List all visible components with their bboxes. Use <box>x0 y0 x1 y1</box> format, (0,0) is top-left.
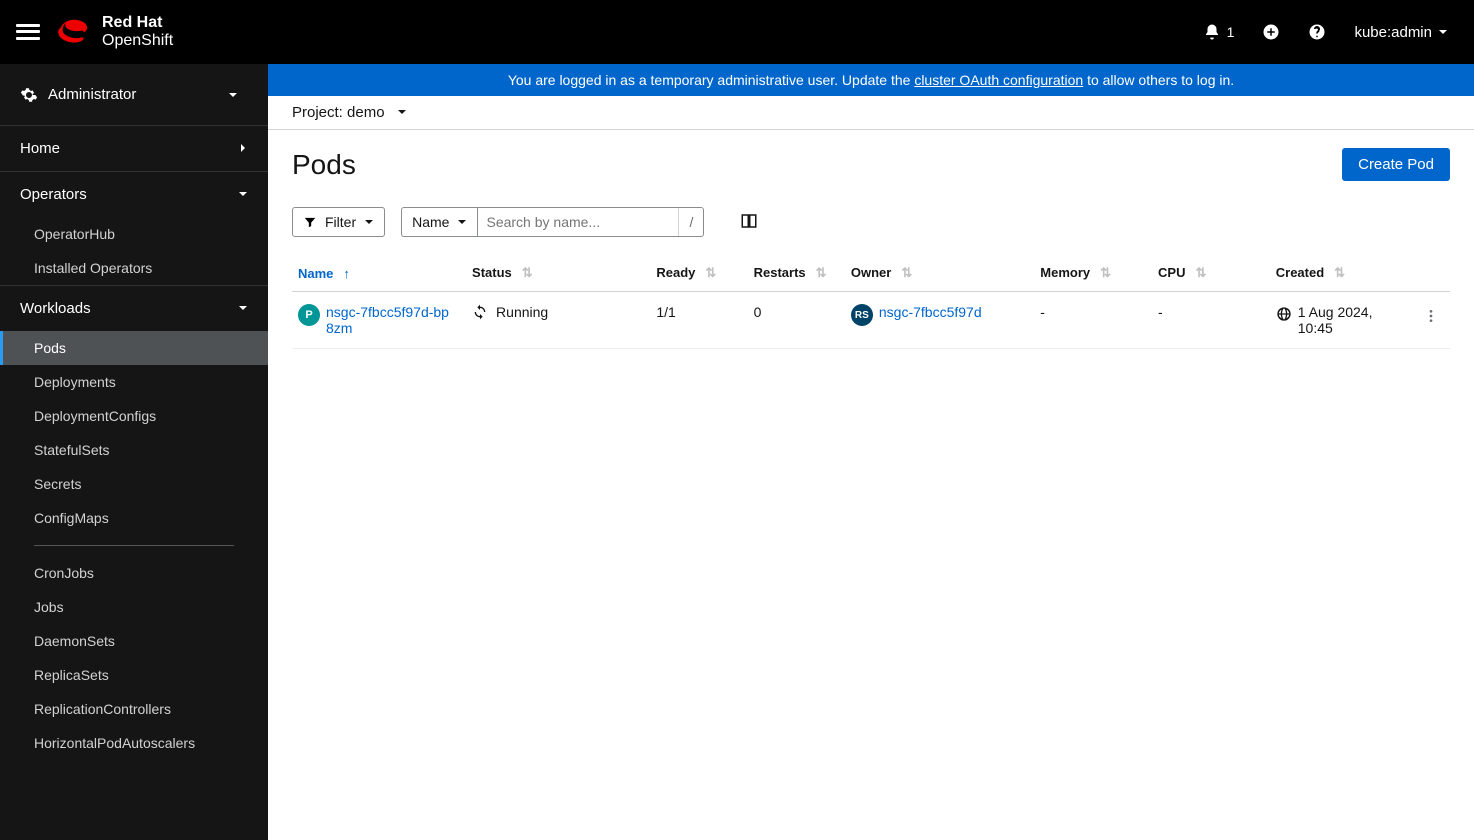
main-content: You are logged in as a temporary adminis… <box>268 64 1474 840</box>
col-name[interactable]: Name↑ <box>292 255 466 292</box>
question-circle-icon <box>1308 23 1326 41</box>
nav-secrets[interactable]: Secrets <box>0 467 268 501</box>
nav-workloads[interactable]: Workloads <box>0 285 268 331</box>
cogs-icon <box>20 86 38 104</box>
row-actions-kebab[interactable] <box>1419 304 1444 331</box>
status-text: Running <box>496 304 548 320</box>
sort-icon: ⇅ <box>816 265 827 280</box>
cpu-value: - <box>1152 292 1270 349</box>
help-button[interactable] <box>1308 23 1326 41</box>
info-banner: You are logged in as a temporary adminis… <box>268 64 1474 96</box>
nav-jobs[interactable]: Jobs <box>0 590 268 624</box>
caret-down-icon <box>228 87 248 103</box>
col-created[interactable]: Created⇅ <box>1270 255 1413 292</box>
perspective-switcher[interactable]: Administrator <box>0 64 268 126</box>
sort-icon: ⇅ <box>705 265 716 280</box>
restarts-value: 0 <box>748 292 845 349</box>
nav-home[interactable]: Home <box>0 126 268 171</box>
search-group: Name / <box>401 207 704 237</box>
chevron-down-icon <box>238 186 248 203</box>
nav-installed-operators[interactable]: Installed Operators <box>0 251 268 285</box>
created-value: 1 Aug 2024, 10:45 <box>1298 304 1407 336</box>
col-memory[interactable]: Memory⇅ <box>1034 255 1152 292</box>
nav-pods[interactable]: Pods <box>0 331 268 365</box>
pod-name-link[interactable]: nsgc-7fbcc5f97d-bp8zm <box>326 304 451 336</box>
nav-cronjobs[interactable]: CronJobs <box>0 556 268 590</box>
pods-table: Name↑ Status⇅ Ready⇅ Restarts⇅ Owner⇅ Me… <box>292 255 1450 349</box>
chevron-down-icon <box>238 300 248 317</box>
search-by-dropdown[interactable]: Name <box>402 208 478 236</box>
project-dropdown[interactable]: Project: demo <box>292 104 407 121</box>
sort-icon: ⇅ <box>1334 265 1345 280</box>
perspective-label: Administrator <box>48 86 228 103</box>
bell-icon <box>1203 23 1221 41</box>
caret-down-icon <box>1438 24 1448 41</box>
column-management-button[interactable] <box>736 208 762 237</box>
brand-line1: Red Hat <box>102 14 173 32</box>
globe-icon <box>1276 306 1292 322</box>
project-bar: Project: demo <box>268 96 1474 130</box>
create-pod-button[interactable]: Create Pod <box>1342 148 1450 181</box>
nav-replicationcontrollers[interactable]: ReplicationControllers <box>0 692 268 726</box>
nav-deploymentconfigs[interactable]: DeploymentConfigs <box>0 399 268 433</box>
banner-suffix: to allow others to log in. <box>1083 72 1234 88</box>
sort-icon: ⇅ <box>1100 265 1111 280</box>
notif-count: 1 <box>1227 24 1235 40</box>
caret-down-icon <box>364 214 374 230</box>
masthead: Red Hat OpenShift 1 kube:admin <box>0 0 1474 64</box>
replicaset-badge-icon: RS <box>851 304 873 326</box>
nav-toggle-button[interactable] <box>16 20 40 44</box>
sort-asc-icon: ↑ <box>343 266 350 281</box>
search-slash-hint: / <box>678 208 703 236</box>
nav-daemonsets[interactable]: DaemonSets <box>0 624 268 658</box>
toolbar: Filter Name / <box>292 207 1450 237</box>
memory-value: - <box>1034 292 1152 349</box>
nav-operators[interactable]: Operators <box>0 171 268 217</box>
import-button[interactable] <box>1262 23 1280 41</box>
page-title: Pods <box>292 149 1342 181</box>
sort-icon: ⇅ <box>522 265 533 280</box>
col-owner[interactable]: Owner⇅ <box>845 255 1034 292</box>
search-input[interactable] <box>478 208 678 236</box>
banner-link[interactable]: cluster OAuth configuration <box>914 72 1083 88</box>
chevron-right-icon <box>238 140 248 157</box>
table-row: Pnsgc-7fbcc5f97d-bp8zm Running 1/1 0 RS n… <box>292 292 1450 349</box>
username: kube:admin <box>1354 24 1432 41</box>
brand-logo[interactable]: Red Hat OpenShift <box>56 14 173 49</box>
brand-line2: OpenShift <box>102 32 173 50</box>
col-restarts[interactable]: Restarts⇅ <box>748 255 845 292</box>
banner-prefix: You are logged in as a temporary adminis… <box>508 72 915 88</box>
sort-icon: ⇅ <box>901 265 912 280</box>
sidebar: Administrator Home Operators OperatorHub… <box>0 64 268 840</box>
nav-hpa[interactable]: HorizontalPodAutoscalers <box>0 726 268 760</box>
nav-configmaps[interactable]: ConfigMaps <box>0 501 268 535</box>
col-cpu[interactable]: CPU⇅ <box>1152 255 1270 292</box>
notifications-button[interactable]: 1 <box>1203 23 1235 41</box>
user-menu[interactable]: kube:admin <box>1354 24 1448 41</box>
caret-down-icon <box>457 214 467 230</box>
nav-statefulsets[interactable]: StatefulSets <box>0 433 268 467</box>
brand-text: Red Hat OpenShift <box>102 14 173 49</box>
ready-value: 1/1 <box>650 292 747 349</box>
redhat-icon <box>56 18 92 46</box>
columns-icon <box>740 212 758 230</box>
nav-deployments[interactable]: Deployments <box>0 365 268 399</box>
nav-replicasets[interactable]: ReplicaSets <box>0 658 268 692</box>
nav-divider <box>34 545 234 546</box>
caret-down-icon <box>397 104 407 121</box>
col-status[interactable]: Status⇅ <box>466 255 650 292</box>
plus-circle-icon <box>1262 23 1280 41</box>
filter-icon <box>303 215 317 229</box>
owner-link[interactable]: nsgc-7fbcc5f97d <box>879 304 982 320</box>
pod-badge-icon: P <box>298 304 320 326</box>
sync-icon <box>472 304 488 320</box>
col-ready[interactable]: Ready⇅ <box>650 255 747 292</box>
filter-dropdown[interactable]: Filter <box>292 207 385 237</box>
header-tools: 1 kube:admin <box>1203 23 1458 41</box>
nav-operatorhub[interactable]: OperatorHub <box>0 217 268 251</box>
sort-icon: ⇅ <box>1195 265 1206 280</box>
kebab-icon <box>1423 308 1439 324</box>
